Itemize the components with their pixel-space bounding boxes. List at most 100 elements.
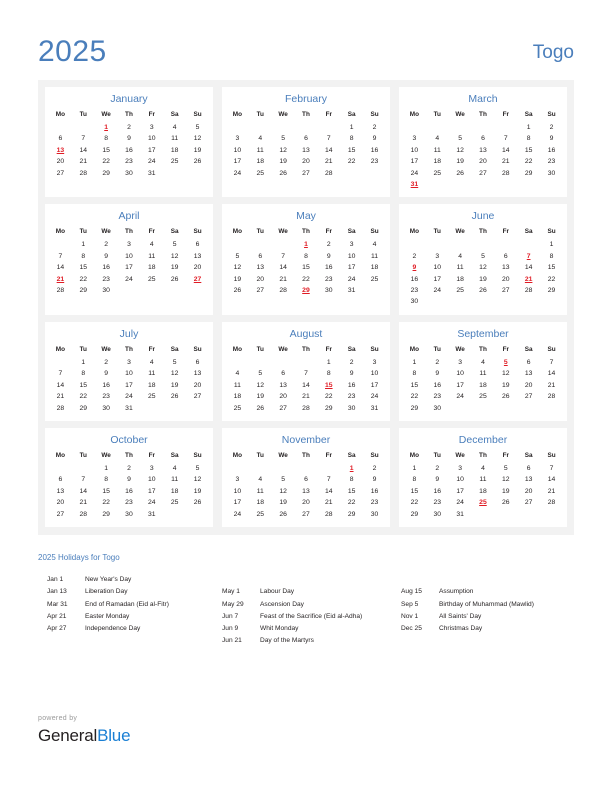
day-cell[interactable]: 13 <box>186 368 209 379</box>
day-cell[interactable]: 6 <box>295 474 318 485</box>
day-cell[interactable]: 24 <box>140 156 163 167</box>
day-cell[interactable]: 27 <box>272 403 295 414</box>
day-cell[interactable]: 4 <box>140 357 163 368</box>
day-cell[interactable]: 19 <box>163 380 186 391</box>
day-cell[interactable]: 16 <box>426 486 449 497</box>
day-cell[interactable]: 9 <box>426 368 449 379</box>
day-cell[interactable]: 30 <box>317 285 340 296</box>
day-cell[interactable]: 8 <box>317 368 340 379</box>
day-cell[interactable]: 28 <box>49 403 72 414</box>
day-cell[interactable]: 1 <box>403 463 426 474</box>
day-cell[interactable]: 15 <box>403 486 426 497</box>
day-cell[interactable]: 20 <box>186 262 209 273</box>
day-cell[interactable]: 1 <box>72 239 95 250</box>
day-cell[interactable]: 2 <box>118 463 141 474</box>
day-cell[interactable]: 6 <box>295 133 318 144</box>
day-cell[interactable]: 18 <box>426 156 449 167</box>
day-cell[interactable]: 19 <box>226 274 249 285</box>
day-cell[interactable]: 29 <box>540 285 563 296</box>
day-cell[interactable]: 13 <box>295 145 318 156</box>
day-cell[interactable]: 26 <box>494 391 517 402</box>
day-cell[interactable]: 19 <box>272 497 295 508</box>
day-cell[interactable]: 2 <box>426 463 449 474</box>
day-cell[interactable]: 1 <box>540 239 563 250</box>
day-cell[interactable]: 27 <box>249 285 272 296</box>
day-cell[interactable]: 11 <box>449 262 472 273</box>
day-cell[interactable]: 25 <box>163 497 186 508</box>
day-cell[interactable]: 23 <box>95 274 118 285</box>
day-cell[interactable]: 12 <box>472 262 495 273</box>
day-cell[interactable]: 23 <box>426 497 449 508</box>
day-cell[interactable]: 6 <box>494 251 517 262</box>
day-cell[interactable]: 31 <box>140 509 163 520</box>
day-cell[interactable]: 11 <box>249 145 272 156</box>
day-cell[interactable]: 27 <box>186 391 209 402</box>
day-cell[interactable]: 25 <box>249 168 272 179</box>
day-cell[interactable]: 22 <box>340 156 363 167</box>
day-cell[interactable]: 29 <box>340 509 363 520</box>
day-cell[interactable]: 12 <box>186 133 209 144</box>
day-cell[interactable]: 24 <box>363 391 386 402</box>
day-cell[interactable]: 7 <box>317 133 340 144</box>
day-cell[interactable]: 22 <box>95 497 118 508</box>
day-cell[interactable]: 10 <box>340 251 363 262</box>
day-cell[interactable]: 14 <box>540 368 563 379</box>
day-cell[interactable]: 10 <box>226 145 249 156</box>
day-cell[interactable]: 20 <box>249 274 272 285</box>
day-cell[interactable]: 2 <box>426 357 449 368</box>
day-cell[interactable]: 13 <box>249 262 272 273</box>
day-cell[interactable]: 21 <box>540 380 563 391</box>
day-cell[interactable]: 31 <box>340 285 363 296</box>
day-cell[interactable]: 7 <box>272 251 295 262</box>
day-cell[interactable]: 29 <box>72 285 95 296</box>
day-cell[interactable]: 29 <box>95 168 118 179</box>
day-cell[interactable]: 24 <box>403 168 426 179</box>
day-cell[interactable]: 10 <box>403 145 426 156</box>
day-cell[interactable]: 16 <box>363 145 386 156</box>
day-cell-holiday[interactable]: 27 <box>186 274 209 285</box>
day-cell[interactable]: 1 <box>317 357 340 368</box>
day-cell[interactable]: 2 <box>340 357 363 368</box>
day-cell[interactable]: 9 <box>95 368 118 379</box>
day-cell[interactable]: 16 <box>540 145 563 156</box>
day-cell[interactable]: 14 <box>317 486 340 497</box>
day-cell[interactable]: 1 <box>95 463 118 474</box>
day-cell[interactable]: 7 <box>49 251 72 262</box>
day-cell[interactable]: 30 <box>340 403 363 414</box>
day-cell[interactable]: 16 <box>340 380 363 391</box>
day-cell[interactable]: 18 <box>226 391 249 402</box>
day-cell[interactable]: 27 <box>295 509 318 520</box>
day-cell[interactable]: 15 <box>340 145 363 156</box>
day-cell[interactable]: 2 <box>363 122 386 133</box>
day-cell[interactable]: 15 <box>95 486 118 497</box>
day-cell[interactable]: 8 <box>340 474 363 485</box>
day-cell[interactable]: 12 <box>494 474 517 485</box>
day-cell[interactable]: 23 <box>363 156 386 167</box>
day-cell[interactable]: 20 <box>517 486 540 497</box>
day-cell-holiday[interactable]: 1 <box>95 122 118 133</box>
day-cell[interactable]: 6 <box>186 357 209 368</box>
day-cell[interactable]: 9 <box>363 474 386 485</box>
day-cell[interactable]: 21 <box>540 486 563 497</box>
day-cell-holiday[interactable]: 7 <box>517 251 540 262</box>
day-cell[interactable]: 9 <box>95 251 118 262</box>
day-cell[interactable]: 29 <box>95 509 118 520</box>
day-cell[interactable]: 13 <box>517 474 540 485</box>
day-cell[interactable]: 18 <box>363 262 386 273</box>
day-cell-holiday[interactable]: 1 <box>295 239 318 250</box>
day-cell[interactable]: 28 <box>272 285 295 296</box>
day-cell[interactable]: 4 <box>363 239 386 250</box>
day-cell[interactable]: 19 <box>494 486 517 497</box>
day-cell[interactable]: 24 <box>118 274 141 285</box>
day-cell[interactable]: 9 <box>340 368 363 379</box>
day-cell[interactable]: 4 <box>472 357 495 368</box>
day-cell[interactable]: 29 <box>403 403 426 414</box>
day-cell[interactable]: 30 <box>118 509 141 520</box>
day-cell-holiday[interactable]: 21 <box>517 274 540 285</box>
day-cell[interactable]: 19 <box>272 156 295 167</box>
day-cell[interactable]: 5 <box>494 463 517 474</box>
day-cell[interactable]: 3 <box>449 463 472 474</box>
day-cell[interactable]: 26 <box>449 168 472 179</box>
day-cell[interactable]: 24 <box>118 391 141 402</box>
day-cell[interactable]: 14 <box>49 262 72 273</box>
